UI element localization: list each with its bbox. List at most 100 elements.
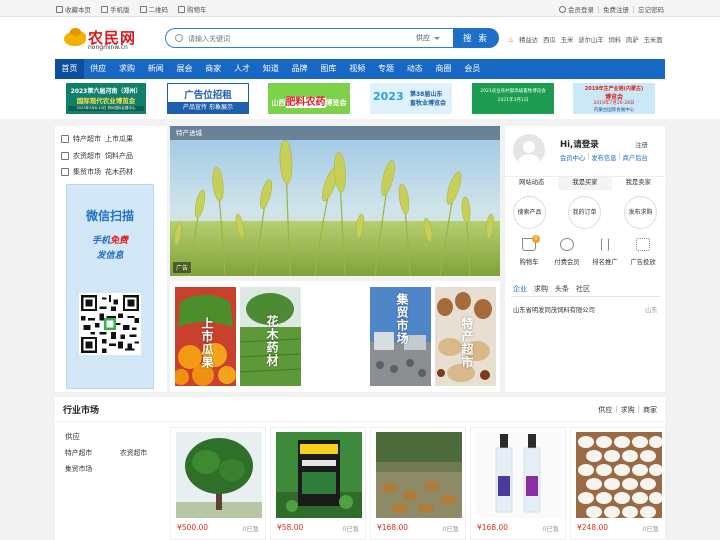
hot-keyword[interactable]: 玉米 [561, 35, 574, 44]
rank-promotion-tool[interactable]: 排名推广 [587, 236, 623, 266]
cart-link[interactable]: 购物车 [178, 4, 207, 14]
tile-specialty[interactable]: 特产超市 [435, 287, 496, 386]
search-input[interactable] [188, 32, 388, 45]
my-orders-button[interactable]: 我的订单 [568, 196, 601, 229]
tile-flowers-herbs[interactable]: 花木药材 [240, 287, 301, 386]
tile-fruits[interactable]: 上市瓜果 [175, 287, 236, 386]
post-request-button[interactable]: 发布求购 [624, 196, 657, 229]
cart-tool[interactable]: 0 购物车 [511, 235, 547, 266]
category-link[interactable]: 特产超市 [73, 134, 101, 144]
main-nav: 首页 供应 求购 新闻 展会 商家 人才 知道 品牌 图库 视频 专题 动态 商… [0, 59, 720, 79]
paid-member-tool[interactable]: 付费会员 [549, 236, 585, 266]
merchant-backend-link[interactable]: 商户后台 [623, 153, 648, 162]
nav-home[interactable]: 首页 [55, 59, 84, 79]
login-greeting[interactable]: Hi,请登录 [560, 138, 599, 150]
tab-site-updates[interactable]: 网站动态 [505, 177, 558, 190]
ad-tag: 广告 [173, 262, 192, 273]
market-category-link[interactable]: 集贸市场 [65, 463, 92, 473]
product-card[interactable]: ¥500.00 0已售 [170, 427, 266, 540]
login-link[interactable]: 会员登录 [559, 4, 594, 14]
tile-market[interactable]: 集贸市场 [370, 287, 431, 386]
member-center-link[interactable]: 会员中心 [560, 153, 585, 162]
nav-circle[interactable]: 商圈 [429, 59, 458, 79]
hot-keyword[interactable]: 肉驴 [626, 35, 639, 44]
tab-buyer[interactable]: 我是买家 [558, 177, 612, 190]
cart-icon [178, 5, 185, 13]
nav-members[interactable]: 会员 [458, 59, 487, 79]
wechat-promo: 微信扫描 手机免费 发信息 [66, 184, 154, 389]
category-link[interactable]: 花木药材 [105, 167, 133, 177]
hero-banner[interactable]: 特产进城 广告 [170, 126, 500, 276]
product-card[interactable]: ¥168.00 0已售 [370, 427, 466, 540]
nav-video[interactable]: 视频 [343, 59, 372, 79]
ad-banner-inner-mongolia[interactable]: 2019年生产业链(内蒙古) 博览会 2019年7月26-28日 内蒙古国际会展… [573, 83, 655, 114]
ad-banner-for-rent[interactable]: 广告位招租 产品宣传 形象展示 [167, 83, 249, 114]
rank-icon [601, 238, 609, 251]
industry-market: 行业市场 供应 | 求购 | 商家 供应 特产超市 农资超市 集贸市场 ¥500.0… [55, 397, 666, 540]
product-card[interactable]: ¥58.00 0已售 [270, 427, 366, 540]
category-link[interactable]: 集贸市场 [73, 167, 101, 177]
hot-keyword[interactable]: 精益达 [519, 35, 538, 44]
cart-icon: 0 [522, 235, 540, 251]
divider [511, 296, 661, 297]
star-icon [56, 5, 63, 13]
nav-talent[interactable]: 人才 [228, 59, 257, 79]
product-card[interactable]: ¥168.00 0已售 [470, 427, 566, 540]
nav-updates[interactable]: 动态 [400, 59, 429, 79]
nav-merchants[interactable]: 商家 [199, 59, 228, 79]
post-info-link[interactable]: 发布信息 [591, 153, 616, 162]
top-bar: 收藏本页 手机版 二维码 购物车 会员登录 免费注册 忘记密码 [0, 0, 720, 17]
avatar [513, 134, 545, 166]
nav-news[interactable]: 新闻 [141, 59, 170, 79]
nav-expo[interactable]: 展会 [170, 59, 199, 79]
nav-supply[interactable]: 供应 [84, 59, 113, 79]
tab-merchants[interactable]: 商家 [643, 405, 657, 415]
mobile-link[interactable]: 手机版 [101, 4, 130, 14]
market-category-link[interactable]: 特产超市 [65, 447, 92, 457]
hot-keyword[interactable]: 西瓜 [543, 35, 556, 44]
company-list-item[interactable]: 山东省明发同茂饲料有限公司 [513, 305, 595, 314]
eggs-image [576, 432, 662, 518]
search-button[interactable]: 搜 索 [453, 28, 499, 48]
ad-placement-tool[interactable]: 广告投放 [625, 236, 661, 266]
register-link[interactable]: 免费注册 [603, 4, 629, 14]
category-panel: 特产超市 上市瓜果 农资超市 饲料产品 集贸市场 花木药材 微信扫描 手机免费 … [55, 126, 167, 392]
ad-icon [636, 238, 650, 251]
qrcode-link[interactable]: 二维码 [139, 4, 168, 14]
category-tiles: 上市瓜果 花木药材 集贸市场 特产超市 [170, 281, 500, 392]
ad-banner-livestock-expo[interactable]: 2021农业农村部高级畜牧博览会 2021年3月1日 [472, 83, 554, 114]
category-link[interactable]: 上市瓜果 [105, 134, 133, 144]
product-card[interactable]: ¥248.00 0已售 [570, 427, 666, 540]
forgot-password-link[interactable]: 忘记密码 [638, 4, 664, 14]
ad-strip: 2023第六届河南（郑州） 国际现代农业博览会 2023年3月8-10日 郑州国… [0, 79, 720, 119]
ad-banner-shanxi-fertilizer[interactable]: 山西肥料农药博览会 [268, 83, 350, 114]
ad-banner-henan-expo[interactable]: 2023第六届河南（郑州） 国际现代农业博览会 2023年3月8-10日 郑州国… [66, 83, 146, 114]
company-region: 山东 [645, 307, 658, 314]
market-category-link[interactable]: 农资超市 [120, 447, 147, 457]
nav-purchase[interactable]: 求购 [113, 59, 142, 79]
divider [55, 421, 665, 422]
site-logo[interactable]: 农民网 nongminw.cn [64, 27, 144, 53]
hot-keyword[interactable]: 饲料 [608, 35, 621, 44]
hot-keyword[interactable]: 波尔山羊 [578, 35, 603, 44]
search-category-select[interactable]: 供应 [416, 33, 440, 43]
tab-supply[interactable]: 供应 [598, 405, 612, 415]
category-link[interactable]: 农资超市 [73, 151, 101, 161]
user-links: 会员中心 | 发布信息 | 商户后台 [560, 153, 648, 162]
hot-keyword[interactable]: 玉米面 [644, 35, 663, 44]
tab-purchase[interactable]: 求购 [621, 405, 635, 415]
bookmark-link[interactable]: 收藏本页 [56, 4, 91, 14]
ad-banner-shandong-livestock[interactable]: 2023 第38届山东 畜牧业博览会 [370, 83, 452, 114]
nav-topics[interactable]: 专题 [372, 59, 401, 79]
fertilizer-bag-image [276, 432, 362, 518]
search-products-button[interactable]: 搜索产品 [513, 196, 546, 229]
nav-gallery[interactable]: 图库 [314, 59, 343, 79]
category-row: 农资超市 饲料产品 [61, 151, 133, 161]
market-tabs: 供应 | 求购 | 商家 [598, 405, 657, 415]
category-link[interactable]: 饲料产品 [105, 151, 133, 161]
tab-seller[interactable]: 我是卖家 [612, 177, 665, 190]
nav-knowledge[interactable]: 知道 [256, 59, 285, 79]
grid-icon [61, 152, 69, 160]
register-link[interactable]: 注册 [635, 139, 648, 149]
nav-brand[interactable]: 品牌 [285, 59, 314, 79]
